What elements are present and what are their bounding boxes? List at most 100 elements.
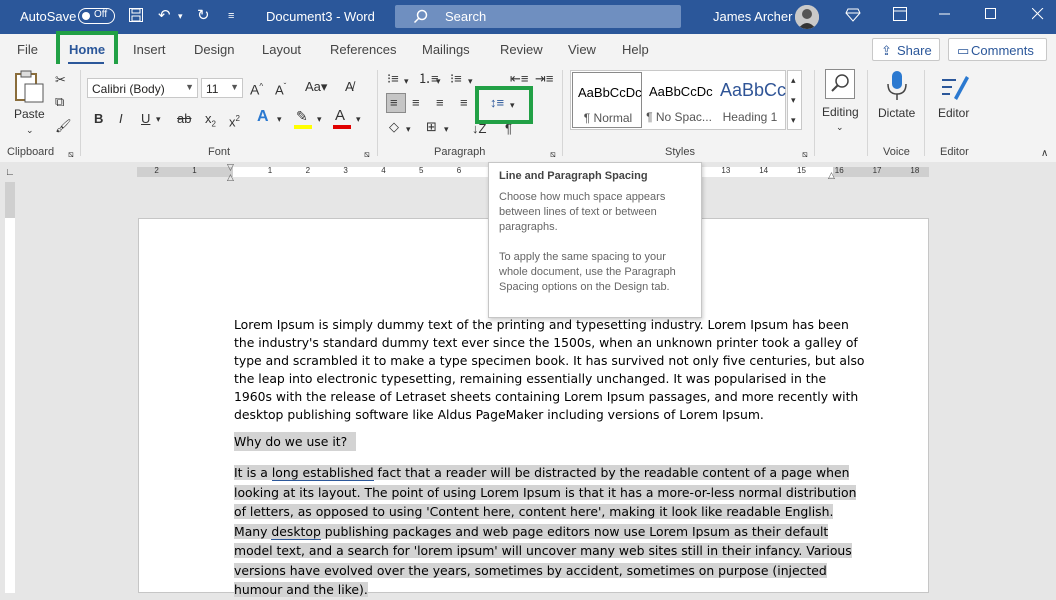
link-long-established[interactable]: long established (271, 465, 374, 481)
bullets-dropdown-icon[interactable]: ▾ (404, 73, 409, 89)
microphone-icon[interactable] (885, 70, 909, 107)
left-indent-marker[interactable]: △ (227, 172, 234, 183)
vertical-ruler (5, 218, 15, 593)
justify-icon[interactable]: ≡ (460, 95, 468, 111)
style-name: ¶ Normal (583, 111, 633, 125)
paste-icon[interactable] (12, 70, 46, 103)
more-styles-icon[interactable]: ▾ (791, 112, 796, 128)
align-left-button[interactable]: ≡ (386, 93, 406, 113)
highlight-dropdown-icon[interactable]: ▾ (317, 111, 322, 127)
maximize-icon[interactable] (985, 7, 997, 25)
underline-dropdown-icon[interactable]: ▾ (156, 111, 161, 127)
editing-button[interactable] (825, 69, 855, 99)
heading-paragraph[interactable]: Why do we use it? (234, 432, 357, 451)
tab-mailings[interactable]: Mailings (422, 42, 470, 57)
right-indent-marker[interactable]: △ (828, 170, 835, 181)
font-launcher-icon[interactable]: ⧅ (364, 146, 370, 162)
align-center-icon[interactable]: ≡ (412, 95, 420, 111)
editor-icon[interactable] (940, 70, 970, 107)
font-size-dropdown[interactable]: 11 ▼ (201, 78, 243, 98)
redo-icon[interactable]: ↻ (197, 7, 210, 25)
strikethrough-icon[interactable]: ab (177, 111, 191, 127)
cut-icon[interactable]: ✂ (55, 72, 66, 88)
link-desktop[interactable]: desktop (271, 523, 321, 540)
chevron-up-icon[interactable]: ▴ (791, 72, 796, 88)
paste-dropdown-icon[interactable]: ⌄ (26, 122, 34, 138)
undo-icon[interactable]: ↶ (158, 7, 171, 25)
copy-icon[interactable]: ⧉ (55, 94, 64, 110)
grow-font-icon[interactable]: A^ (250, 79, 263, 98)
numbering-dropdown-icon[interactable]: ▾ (436, 73, 441, 89)
format-painter-icon[interactable]: 🖌 (55, 118, 72, 134)
sort-icon[interactable]: ↓Z (472, 121, 486, 137)
bold-icon[interactable]: B (94, 111, 103, 127)
styles-launcher-icon[interactable]: ⧅ (802, 146, 808, 162)
undo-dropdown-icon[interactable]: ▾ (178, 7, 183, 25)
tab-references[interactable]: References (330, 42, 396, 57)
paragraph-launcher-icon[interactable]: ⧅ (550, 146, 556, 162)
tab-design[interactable]: Design (194, 42, 234, 57)
underline-icon[interactable]: U (141, 111, 150, 127)
close-icon[interactable] (1031, 7, 1044, 25)
vertical-ruler-margin (5, 182, 15, 218)
chevron-down-icon[interactable]: ▾ (791, 92, 796, 108)
clear-formatting-icon[interactable]: A̸ (345, 79, 354, 95)
share-button[interactable]: ⇪ Share (872, 38, 940, 61)
style-normal[interactable]: AaBbCcDc ¶ Normal (572, 72, 642, 128)
editing-label[interactable]: Editing (822, 104, 859, 120)
tab-view[interactable]: View (568, 42, 596, 57)
change-case-icon[interactable]: Aa▾ (305, 79, 327, 95)
font-name-dropdown[interactable]: Calibri (Body) ▼ (87, 78, 198, 98)
title-bar: AutoSave Off ↶ ▾ ↻ ≡ Document3 - Word Se… (0, 0, 1056, 34)
style-heading-1[interactable]: AaBbCc Heading 1 (715, 72, 786, 128)
highlight-color-icon[interactable]: ✎ (296, 108, 308, 124)
tab-layout[interactable]: Layout (262, 42, 301, 57)
align-right-icon[interactable]: ≡ (436, 95, 444, 111)
dictate-label[interactable]: Dictate (878, 105, 915, 121)
comments-label: Comments (971, 43, 1034, 58)
tab-insert[interactable]: Insert (133, 42, 166, 57)
paste-label[interactable]: Paste (14, 106, 45, 122)
superscript-icon[interactable]: x2 (229, 111, 240, 130)
decrease-indent-icon[interactable]: ⇤≡ (510, 71, 528, 87)
diamond-icon[interactable] (845, 7, 861, 28)
search-box[interactable]: Search (395, 5, 681, 28)
font-color-icon[interactable]: A (335, 108, 345, 124)
ribbon-display-icon[interactable] (893, 7, 907, 26)
customize-toolbar-icon[interactable]: ≡ (228, 7, 234, 25)
save-icon[interactable] (128, 7, 144, 28)
editing-dropdown-icon[interactable]: ⌄ (836, 119, 844, 135)
body-paragraph-2[interactable]: It is a long established fact that a rea… (234, 463, 857, 600)
editor-label[interactable]: Editor (938, 105, 969, 121)
editor-group-label: Editor (940, 146, 969, 158)
borders-icon[interactable]: ⊞ (426, 119, 437, 135)
tab-help[interactable]: Help (622, 42, 649, 57)
style-no-spacing[interactable]: AaBbCcDc ¶ No Spac... (644, 72, 714, 128)
show-formatting-icon[interactable]: ¶ (505, 121, 512, 137)
body-paragraph-1[interactable]: Lorem Ipsum is simply dummy text of the … (234, 316, 865, 424)
borders-dropdown-icon[interactable]: ▾ (444, 121, 449, 137)
multilevel-dropdown-icon[interactable]: ▾ (468, 73, 473, 89)
comments-button[interactable]: ▭ Comments (948, 38, 1047, 61)
minimize-icon[interactable] (939, 7, 951, 25)
shading-dropdown-icon[interactable]: ▾ (406, 121, 411, 137)
multilevel-list-icon[interactable]: ⁝≡ (450, 71, 462, 87)
increase-indent-icon[interactable]: ⇥≡ (535, 71, 553, 87)
tab-file[interactable]: File (17, 42, 38, 57)
user-name[interactable]: James Archer (713, 9, 792, 24)
shading-icon[interactable]: ◇ (389, 119, 399, 135)
line-spacing-highlight (475, 86, 533, 124)
avatar[interactable] (795, 5, 819, 29)
autosave-toggle[interactable]: Off (78, 8, 115, 24)
font-color-dropdown-icon[interactable]: ▾ (356, 111, 361, 127)
clipboard-launcher-icon[interactable]: ⧅ (68, 146, 74, 162)
subscript-icon[interactable]: x2 (205, 111, 216, 133)
italic-icon[interactable]: I (119, 111, 123, 127)
shrink-font-icon[interactable]: Aˇ (275, 79, 286, 98)
bullets-icon[interactable]: ⁝≡ (387, 71, 399, 87)
text-effects-dropdown-icon[interactable]: ▾ (277, 111, 282, 127)
group-divider (562, 70, 563, 156)
text-effects-icon[interactable]: A (257, 109, 269, 125)
tab-review[interactable]: Review (500, 42, 543, 57)
collapse-ribbon-icon[interactable]: ∧ (1041, 146, 1048, 162)
